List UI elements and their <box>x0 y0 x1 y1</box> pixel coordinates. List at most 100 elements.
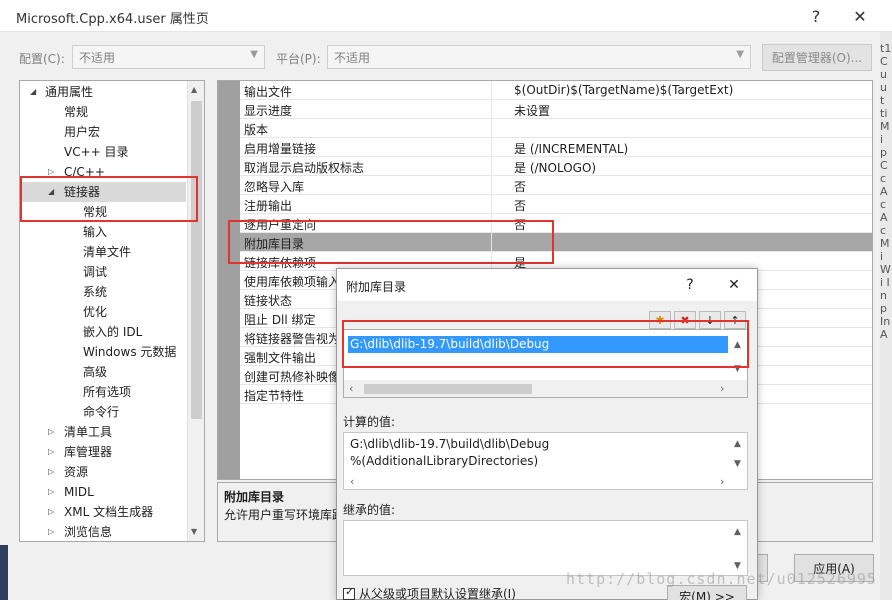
config-value: 不适用 <box>79 51 116 65</box>
property-tree[interactable]: ◢ 通用属性 常规 用户宏 VC++ 目录 ▷ C/C++ ◢ 链接器 常规 输入 清单文件 调试 系统优… <box>19 80 205 542</box>
tree-item[interactable]: VC++ 目录 <box>20 142 186 162</box>
scroll-right-icon[interactable]: › <box>720 475 724 488</box>
tree-item[interactable]: ▷ MIDL <box>20 482 186 502</box>
tree-item[interactable]: ◢ 链接器 <box>20 182 186 202</box>
dialog-title: 附加库目录 <box>346 280 407 294</box>
tree-item-label: MIDL <box>64 485 94 499</box>
property-value[interactable]: 未设置 <box>514 102 550 119</box>
directory-list[interactable]: G:\dlib\dlib-19.7\build\dlib\Debug ▲ ▼ ‹… <box>343 329 748 398</box>
configuration-manager-button[interactable]: 配置管理器(O)... <box>762 44 872 71</box>
tree-item[interactable]: ▷ 清单工具 <box>20 422 186 442</box>
property-row[interactable]: 启用增量链接 是 (/INCREMENTAL) <box>240 138 872 157</box>
dialog-close-button[interactable]: ✕ <box>719 273 749 297</box>
chevron-down-icon: ▼ <box>736 49 744 60</box>
tree-item[interactable]: 输入 <box>20 222 186 242</box>
tree-item[interactable]: ▷ 库管理器 <box>20 442 186 462</box>
tree-item-label: VC++ 目录 <box>64 145 129 159</box>
tree-item[interactable]: ▷ XML 文档生成器 <box>20 502 186 522</box>
computed-values-box: G:\dlib\dlib-19.7\build\dlib\Debug %(Add… <box>343 432 748 490</box>
property-name: 逐用户重定向 <box>244 218 317 232</box>
property-value[interactable]: 否 <box>514 216 526 233</box>
window-titlebar: Microsoft.Cpp.x64.user 属性页 ? ✕ <box>0 0 892 32</box>
list-item[interactable]: G:\dlib\dlib-19.7\build\dlib\Debug <box>348 336 728 353</box>
property-row[interactable]: 取消显示启动版权标志 是 (/NOLOGO) <box>240 157 872 176</box>
scroll-down-icon[interactable]: ▼ <box>734 364 741 374</box>
tree-item[interactable]: ▷ 浏览信息 <box>20 522 186 541</box>
list-hscrollbar[interactable]: ‹ › <box>344 380 747 397</box>
scroll-up-icon[interactable]: ▲ <box>734 340 741 350</box>
tree-item[interactable]: ◢ 通用属性 <box>20 82 186 102</box>
tree-item-label: Windows 元数据 <box>83 345 177 359</box>
description-text: 允许用户重写环境库路 <box>224 508 345 522</box>
tree-item[interactable]: 高级 <box>20 362 186 382</box>
platform-select[interactable]: 不适用 ▼ <box>327 45 751 69</box>
property-value[interactable]: 否 <box>514 178 526 195</box>
delete-icon[interactable]: ✖ <box>674 311 696 329</box>
property-name: 版本 <box>244 123 269 137</box>
scroll-up-icon[interactable]: ▲ <box>734 527 741 537</box>
scrollbar-thumb[interactable] <box>191 101 202 419</box>
help-button[interactable]: ? <box>794 0 838 32</box>
property-row[interactable]: 忽略导入库 否 <box>240 176 872 195</box>
expanded-arrow-icon[interactable]: ◢ <box>48 182 58 202</box>
move-down-icon[interactable]: ↓ <box>699 311 721 329</box>
move-up-icon[interactable]: ↑ <box>724 311 746 329</box>
tree-item[interactable]: 调试 <box>20 262 186 282</box>
inherit-checkbox-row[interactable]: ✓ 从父级或项目默认设置继承(I) <box>343 585 516 600</box>
collapsed-arrow-icon[interactable]: ▷ <box>48 522 58 541</box>
tree-item[interactable]: 系统 <box>20 282 186 302</box>
scroll-down-icon[interactable]: ▼ <box>734 459 741 469</box>
collapsed-arrow-icon[interactable]: ▷ <box>48 442 58 462</box>
collapsed-arrow-icon[interactable]: ▷ <box>48 162 58 182</box>
new-line-icon[interactable]: ✱ <box>649 311 671 329</box>
tree-item[interactable]: 常规 <box>20 202 186 222</box>
inherit-checkbox[interactable]: ✓ <box>343 585 355 600</box>
background-window-edge: t1 C u u t ti Mi p Cc Ac Ac Mi Wi In p I… <box>880 32 892 600</box>
tree-item[interactable]: 嵌入的 IDL <box>20 322 186 342</box>
tree-item[interactable]: ▷ 资源 <box>20 462 186 482</box>
tree-item[interactable]: 清单文件 <box>20 242 186 262</box>
tree-item-label: 清单文件 <box>83 245 132 259</box>
property-row[interactable]: 注册输出 否 <box>240 195 872 214</box>
scroll-down-icon[interactable]: ▼ <box>191 527 197 536</box>
scroll-left-icon[interactable]: ‹ <box>349 382 353 395</box>
property-row[interactable]: 附加库目录 <box>240 233 872 252</box>
property-value[interactable]: $(OutDir)$(TargetName)$(TargetExt) <box>514 83 733 97</box>
property-name: 取消显示启动版权标志 <box>244 161 365 175</box>
property-row[interactable]: 版本 <box>240 119 872 138</box>
property-value[interactable]: 否 <box>514 197 526 214</box>
tree-item[interactable]: 优化 <box>20 302 186 322</box>
tree-item-label: 系统 <box>83 285 108 299</box>
property-value[interactable]: 是 (/NOLOGO) <box>514 159 596 176</box>
tree-item[interactable]: 常规 <box>20 102 186 122</box>
inherit-checkbox-label: 从父级或项目默认设置继承(I) <box>359 587 516 600</box>
collapsed-arrow-icon[interactable]: ▷ <box>48 482 58 502</box>
tree-item[interactable]: ▷ C/C++ <box>20 162 186 182</box>
tree-item-label: 所有选项 <box>83 385 132 399</box>
scroll-left-icon[interactable]: ‹ <box>350 475 354 488</box>
scroll-right-icon[interactable]: › <box>720 382 724 395</box>
property-name: 输出文件 <box>244 85 293 99</box>
expanded-arrow-icon[interactable]: ◢ <box>30 82 40 102</box>
property-value[interactable]: 是 (/INCREMENTAL) <box>514 140 628 157</box>
tree-item[interactable]: 所有选项 <box>20 382 186 402</box>
tree-item[interactable]: 命令行 <box>20 402 186 422</box>
dialog-help-button[interactable]: ? <box>675 273 705 297</box>
property-row[interactable]: 输出文件 $(OutDir)$(TargetName)$(TargetExt) <box>240 81 872 100</box>
tree-item[interactable]: Windows 元数据 <box>20 342 186 362</box>
scroll-up-icon[interactable]: ▲ <box>191 85 197 94</box>
tree-item-label: 清单工具 <box>64 425 113 439</box>
close-button[interactable]: ✕ <box>838 0 882 32</box>
property-row[interactable]: 显示进度 未设置 <box>240 100 872 119</box>
scroll-up-icon[interactable]: ▲ <box>734 439 741 449</box>
collapsed-arrow-icon[interactable]: ▷ <box>48 462 58 482</box>
property-row[interactable]: 逐用户重定向 否 <box>240 214 872 233</box>
tree-item[interactable]: 用户宏 <box>20 122 186 142</box>
collapsed-arrow-icon[interactable]: ▷ <box>48 502 58 522</box>
tree-item-label: C/C++ <box>64 165 105 179</box>
collapsed-arrow-icon[interactable]: ▷ <box>48 422 58 442</box>
tree-scrollbar[interactable]: ▲ ▼ <box>187 81 204 541</box>
description-title: 附加库目录 <box>224 490 285 504</box>
config-select[interactable]: 不适用 ▼ <box>72 45 265 69</box>
scrollbar-thumb[interactable] <box>364 384 532 394</box>
